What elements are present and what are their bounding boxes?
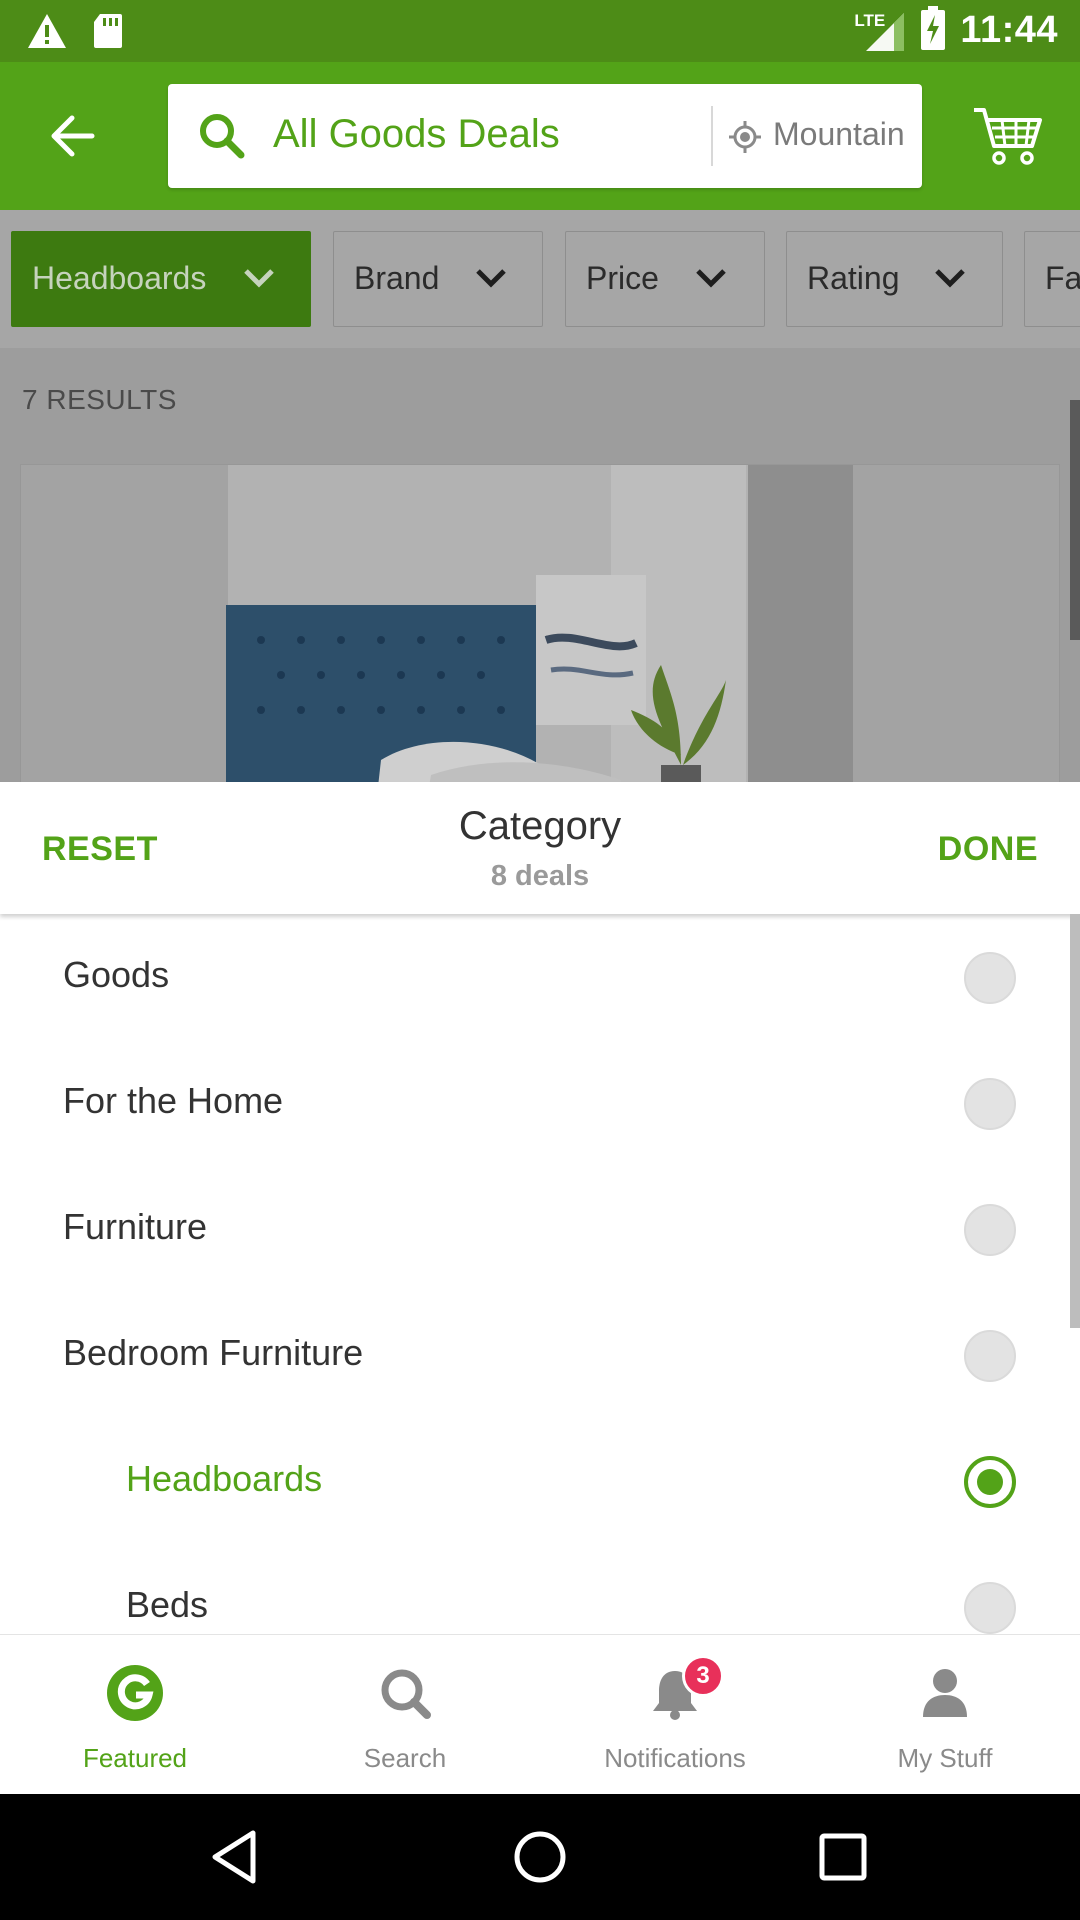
category-label: For the Home: [63, 1080, 284, 1121]
location-text[interactable]: Mountain: [773, 116, 903, 153]
filter-chip-label: Brand: [354, 260, 440, 296]
results-scrollbar[interactable]: [1070, 400, 1080, 640]
recents-square-icon[interactable]: [813, 1827, 873, 1887]
radio-button[interactable]: [964, 1330, 1016, 1382]
chevron-down-icon: [244, 269, 274, 288]
search-icon: [381, 1669, 431, 1719]
status-bar: LTE 11:44: [0, 0, 1080, 62]
search-icon: [198, 112, 246, 165]
sheet-subtitle: 8 deals: [490, 860, 590, 892]
nav-search[interactable]: Search: [270, 1635, 540, 1795]
network-type-label: LTE: [854, 10, 886, 30]
chevron-down-icon: [696, 269, 726, 288]
filter-chip-label: Fa: [1045, 260, 1080, 296]
filter-chip-more[interactable]: Fa: [1024, 231, 1080, 327]
notification-badge: 3: [682, 1655, 724, 1697]
battery-charging-icon: [920, 6, 946, 55]
filter-chip-rating[interactable]: Rating: [786, 231, 1003, 327]
search-query-text[interactable]: All Goods Deals: [273, 112, 560, 157]
radio-button[interactable]: [964, 952, 1016, 1004]
filter-chip-label: Rating: [807, 260, 900, 296]
warning-icon: [26, 12, 68, 55]
category-label: Headboards: [126, 1458, 323, 1499]
nav-featured[interactable]: Featured: [0, 1635, 270, 1795]
clock: 11:44: [960, 9, 1058, 51]
category-label: Bedroom Furniture: [63, 1332, 364, 1373]
home-circle-icon[interactable]: [510, 1827, 570, 1887]
category-item-for-the-home[interactable]: For the Home: [0, 1040, 1070, 1166]
cart-icon: [974, 108, 1042, 165]
filter-row: Headboards Brand Price Rating Fa: [0, 210, 1080, 348]
radio-button[interactable]: [964, 1078, 1016, 1130]
deal-card[interactable]: [20, 464, 1060, 782]
signal-icon: LTE: [854, 9, 906, 53]
radio-button-selected[interactable]: [964, 1456, 1016, 1508]
category-sheet-header: RESET Category 8 deals DONE: [0, 782, 1080, 914]
chevron-down-icon: [935, 269, 965, 288]
category-item-headboards[interactable]: Headboards: [0, 1418, 1070, 1544]
search-divider: [711, 106, 713, 166]
app-header: All Goods Deals Mountain: [0, 62, 1080, 210]
category-label: Goods: [63, 954, 170, 995]
nav-label: Featured: [82, 1743, 188, 1773]
back-arrow-icon: [51, 115, 95, 157]
back-triangle-icon[interactable]: [207, 1827, 267, 1887]
category-list: Goods For the Home Furniture Bedroom Fur…: [0, 914, 1080, 1634]
system-nav-bar: [0, 1794, 1080, 1920]
category-item-furniture[interactable]: Furniture: [0, 1166, 1070, 1292]
search-bar[interactable]: All Goods Deals Mountain: [168, 84, 922, 188]
cart-button[interactable]: [972, 104, 1044, 168]
bottom-nav: Featured Search 3 Notifications My Stuff: [0, 1634, 1080, 1794]
category-item-bedroom-furniture[interactable]: Bedroom Furniture: [0, 1292, 1070, 1418]
filter-chip-label: Headboards: [32, 260, 207, 296]
nav-my-stuff[interactable]: My Stuff: [810, 1635, 1080, 1795]
category-label: Furniture: [63, 1206, 208, 1247]
done-button[interactable]: DONE: [938, 830, 1038, 869]
groupon-g-icon: [107, 1665, 163, 1721]
radio-button[interactable]: [964, 1204, 1016, 1256]
sd-card-icon: [92, 12, 124, 55]
filter-chip-brand[interactable]: Brand: [333, 231, 543, 327]
nav-label: Search: [363, 1743, 447, 1773]
nav-label: Notifications: [604, 1743, 746, 1773]
deal-image: [226, 465, 853, 782]
category-label: Beds: [126, 1584, 209, 1625]
sheet-title: Category: [458, 804, 622, 848]
location-icon: [728, 120, 762, 159]
radio-dot: [977, 1469, 1003, 1495]
nav-label: My Stuff: [897, 1743, 993, 1773]
category-item-goods[interactable]: Goods: [0, 914, 1070, 1040]
radio-button[interactable]: [964, 1582, 1016, 1634]
person-icon: [923, 1669, 967, 1717]
category-item-beds[interactable]: Beds: [0, 1544, 1070, 1634]
nav-notifications[interactable]: 3 Notifications: [540, 1635, 810, 1795]
results-backdrop: 7 RESULTS: [0, 348, 1080, 782]
filter-chip-label: Price: [586, 260, 659, 296]
back-button[interactable]: [42, 106, 102, 166]
category-list-scrollbar[interactable]: [1070, 914, 1080, 1328]
chevron-down-icon: [476, 269, 506, 288]
filter-chip-category[interactable]: Headboards: [11, 231, 311, 327]
results-count: 7 RESULTS: [22, 384, 177, 415]
filter-chip-price[interactable]: Price: [565, 231, 765, 327]
